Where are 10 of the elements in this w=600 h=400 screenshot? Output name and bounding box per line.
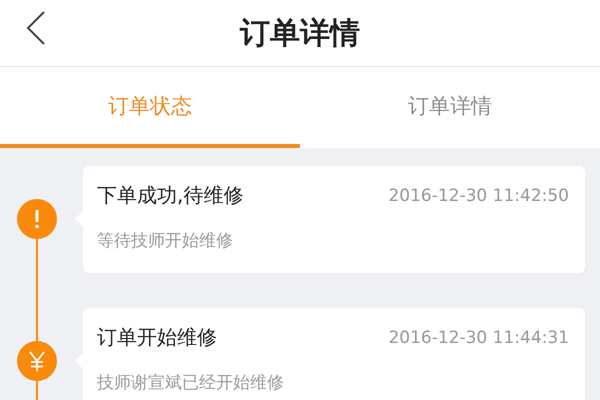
yen-icon	[17, 341, 57, 381]
status-description: 技师谢宣斌已经开始维修	[97, 372, 285, 394]
page-title: 订单详情	[240, 14, 360, 52]
status-time: 2016-12-30 11:42:50	[388, 186, 569, 206]
status-time: 2016-12-30 11:44:31	[388, 328, 569, 348]
alert-icon	[17, 199, 57, 239]
status-title: 订单开始维修	[97, 324, 217, 351]
status-title: 下单成功,待维修	[97, 182, 244, 209]
status-description: 等待技师开始维修	[97, 230, 234, 252]
back-icon[interactable]	[26, 11, 46, 45]
